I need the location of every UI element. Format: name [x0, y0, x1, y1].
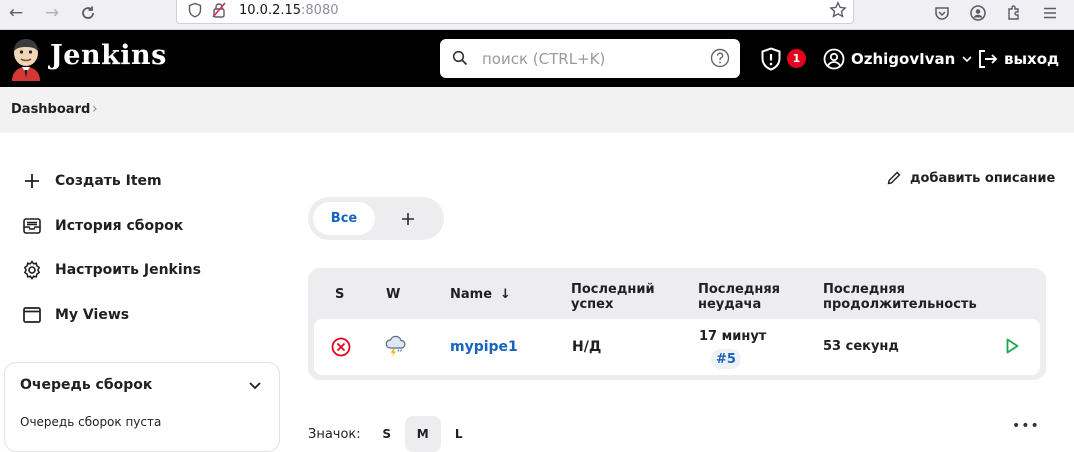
bookmark-star-icon[interactable] — [829, 1, 847, 18]
jobs-table: S W Name ↓ Последний успех Последняя неу… — [308, 268, 1046, 380]
column-header-status[interactable]: S — [335, 287, 344, 302]
build-link[interactable]: #5 — [711, 349, 741, 369]
add-description-link[interactable]: добавить описание — [886, 170, 1055, 186]
column-header-last-failure[interactable]: Последняя неудача — [698, 282, 780, 312]
add-description-label: добавить описание — [910, 170, 1056, 186]
failed-icon — [331, 337, 351, 357]
header-line: Последняя — [698, 282, 781, 297]
security-shield-icon[interactable] — [760, 47, 782, 71]
user-name: OzhigovIvan — [851, 50, 956, 68]
view-tabs: Все — [308, 197, 444, 240]
last-failure-value: 17 минут — [699, 329, 767, 344]
menu-hamburger-icon[interactable] — [1040, 3, 1060, 23]
tab-all[interactable]: Все — [313, 202, 375, 235]
column-header-last-success[interactable]: Последний успех — [571, 282, 655, 312]
column-header-weather[interactable]: W — [386, 287, 400, 302]
build-queue-panel: Очередь сборок Очередь сборок пуста — [4, 362, 280, 452]
column-header-name-label: Name — [450, 287, 493, 302]
sidebar-item-label: My Views — [55, 307, 130, 323]
icon-size-s[interactable]: S — [377, 416, 397, 452]
last-success-value: Н/Д — [572, 339, 602, 355]
browser-toolbar: ← → 10.0.2.15:8080 — [0, 0, 1074, 30]
header-line: успех — [571, 297, 614, 312]
user-avatar-icon — [823, 48, 845, 70]
reload-icon[interactable] — [76, 2, 100, 24]
table-row: mypipe1 Н/Д 17 минут #5 53 секунд — [314, 319, 1040, 375]
sidebar-item-label: Настроить Jenkins — [55, 262, 201, 278]
column-header-name[interactable]: Name ↓ — [450, 287, 511, 302]
security-badge[interactable]: 1 — [787, 49, 806, 68]
sidebar-item-build-history[interactable]: История сборок — [22, 214, 183, 238]
plus-icon — [22, 171, 42, 191]
extensions-icon[interactable] — [1004, 3, 1024, 23]
add-view-plus-icon[interactable] — [396, 207, 420, 231]
icon-size-l[interactable]: L — [441, 416, 477, 452]
sort-arrow-down-icon: ↓ — [500, 287, 511, 302]
window-icon — [22, 305, 42, 325]
pocket-icon[interactable] — [932, 3, 952, 23]
sidebar-item-manage-jenkins[interactable]: Настроить Jenkins — [22, 258, 201, 282]
logout-button[interactable]: выход — [976, 47, 1059, 71]
breadcrumb: Dashboard › — [0, 87, 1074, 133]
search-icon — [452, 50, 468, 66]
chevron-right-icon[interactable]: › — [92, 101, 98, 117]
icon-size-label: Значок: — [308, 426, 361, 442]
header-line: Последний — [571, 282, 655, 297]
column-header-last-duration[interactable]: Последняя продолжительность — [823, 282, 977, 312]
icon-size-selector: Значок: S M L — [308, 416, 477, 452]
brand-title[interactable]: Jenkins — [50, 40, 167, 71]
header-line: неудача — [698, 297, 762, 312]
logout-label: выход — [1004, 50, 1060, 68]
jenkins-logo-icon[interactable] — [8, 37, 44, 81]
more-options-icon[interactable]: ••• — [1012, 418, 1040, 434]
logout-icon — [979, 50, 998, 68]
build-queue-title[interactable]: Очередь сборок — [20, 377, 152, 393]
help-icon[interactable] — [710, 48, 730, 68]
search-input[interactable]: поиск (CTRL+K) — [482, 50, 605, 68]
header-line: Последняя — [823, 282, 906, 297]
forward-arrow-icon[interactable]: → — [40, 2, 64, 24]
user-menu[interactable]: OzhigovIvan — [823, 47, 973, 71]
gear-icon — [22, 260, 42, 280]
back-arrow-icon[interactable]: ← — [4, 2, 28, 24]
storm-icon — [385, 335, 406, 357]
account-icon[interactable] — [968, 3, 988, 23]
jenkins-header: Jenkins поиск (CTRL+K) 1 OzhigovIvan вых… — [0, 30, 1074, 87]
tracking-shield-icon[interactable] — [187, 2, 203, 18]
address-bar[interactable]: 10.0.2.15:8080 — [176, 0, 854, 24]
sidebar-item-new-item[interactable]: Создать Item — [22, 169, 162, 193]
sidebar-item-label: История сборок — [55, 218, 184, 234]
sidebar-item-my-views[interactable]: My Views — [22, 303, 129, 327]
icon-size-m[interactable]: M — [404, 416, 441, 452]
last-duration-value: 53 секунд — [823, 339, 899, 354]
breadcrumb-dashboard[interactable]: Dashboard — [11, 102, 90, 117]
header-line: продолжительность — [823, 297, 977, 312]
insecure-lock-icon[interactable] — [211, 2, 227, 18]
sidebar-item-label: Создать Item — [55, 173, 162, 189]
chevron-down-icon[interactable] — [245, 375, 265, 395]
job-link-mypipe1[interactable]: mypipe1 — [450, 339, 518, 355]
chevron-down-icon — [962, 56, 972, 63]
search-box[interactable]: поиск (CTRL+K) — [440, 39, 740, 78]
url-text[interactable]: 10.0.2.15:8080 — [239, 3, 339, 18]
pencil-icon — [887, 171, 901, 185]
run-build-play-icon[interactable] — [1002, 336, 1022, 356]
inbox-icon — [22, 216, 42, 236]
build-queue-empty-text: Очередь сборок пуста — [20, 415, 162, 429]
